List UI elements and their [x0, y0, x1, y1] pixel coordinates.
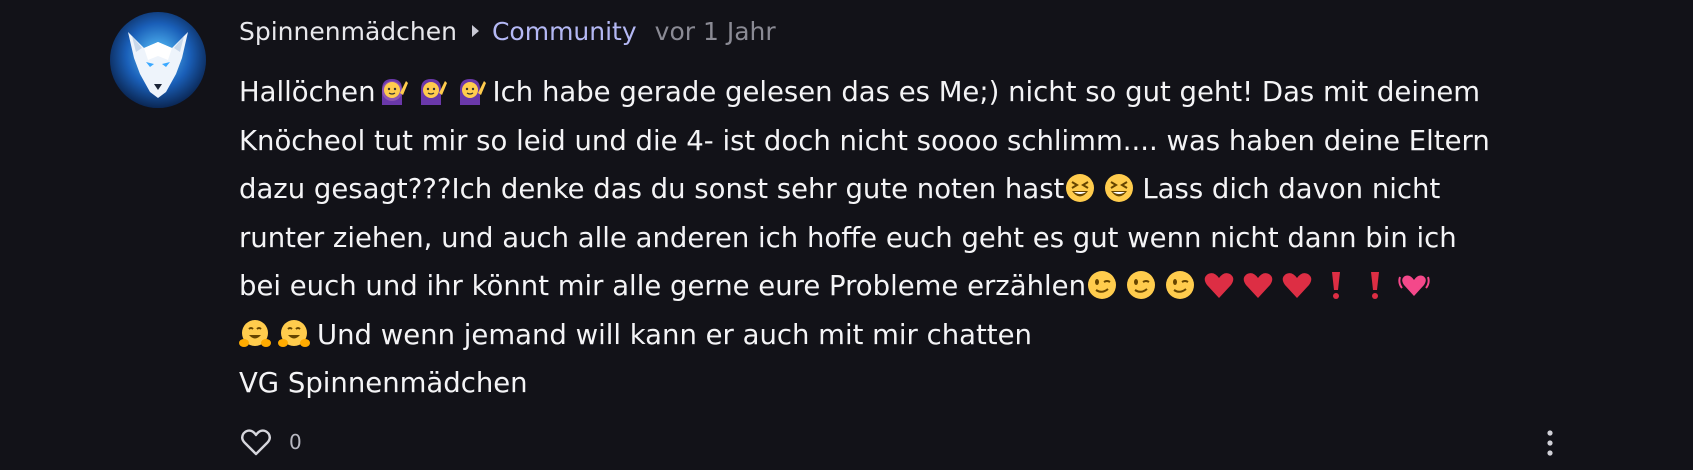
- hugging-face-icon: [239, 318, 271, 350]
- hugging-face-icon: [278, 318, 310, 350]
- body-line-5: bei euch und ihr könnt mir alle gerne eu…: [239, 262, 1639, 311]
- body-line-6: Und wenn jemand will kann er auch mit mi…: [239, 311, 1639, 360]
- exclamation-mark-icon: [1320, 269, 1352, 301]
- body-text: Ich habe gerade gelesen das es Me;) nich…: [492, 76, 1481, 108]
- body-line-7: VG Spinnenmädchen: [239, 367, 528, 399]
- body-text: Und wenn jemand will kann er auch mit mi…: [317, 318, 1032, 351]
- post-timestamp: vor 1 Jahr: [654, 16, 776, 46]
- body-line-3: dazu gesagt???Ich denke das du sonst seh…: [239, 165, 1639, 214]
- beating-heart-icon: [1398, 269, 1430, 301]
- heart-outline-icon[interactable]: [239, 425, 273, 459]
- body-line-4: runter ziehen, und auch alle anderen ich…: [239, 221, 1457, 254]
- person-raising-hand-icon: [454, 75, 486, 107]
- grinning-squinting-face-icon: [1103, 172, 1135, 204]
- post-footer: 0: [239, 424, 302, 460]
- grinning-squinting-face-icon: [1064, 172, 1096, 204]
- vertical-ellipsis-icon[interactable]: [1538, 428, 1562, 458]
- body-line-2: Knöcheol tut mir so leid und die 4- ist …: [239, 124, 1490, 157]
- red-heart-icon: [1242, 269, 1274, 301]
- body-line-1: Hallöchen Ich habe gerade gelesen das es …: [239, 68, 1639, 117]
- person-raising-hand-icon: [415, 75, 447, 107]
- post-header: Spinnenmädchen Community vor 1 Jahr: [239, 12, 776, 50]
- red-heart-icon: [1281, 269, 1313, 301]
- author-avatar[interactable]: [110, 12, 206, 108]
- person-raising-hand-icon: [376, 75, 408, 107]
- post-body: Hallöchen Ich habe gerade gelesen das es …: [239, 68, 1639, 408]
- body-text: bei euch und ihr könnt mir alle gerne eu…: [239, 270, 1087, 302]
- author-name[interactable]: Spinnenmädchen: [239, 17, 457, 46]
- like-count: 0: [289, 430, 302, 454]
- community-post: Spinnenmädchen Community vor 1 Jahr Hall…: [0, 0, 1693, 470]
- community-link[interactable]: Community: [492, 17, 637, 46]
- winking-face-icon: [1125, 269, 1157, 301]
- white-wolf-avatar-icon: [110, 12, 206, 108]
- winking-face-icon: [1164, 269, 1196, 301]
- body-text: Hallöchen: [239, 76, 376, 108]
- red-heart-icon: [1203, 269, 1235, 301]
- exclamation-mark-icon: [1359, 269, 1391, 301]
- body-text: Lass dich davon nicht: [1142, 173, 1441, 205]
- winking-face-icon: [1086, 269, 1118, 301]
- caret-right-icon: [471, 25, 479, 37]
- body-text: dazu gesagt???Ich denke das du sonst seh…: [239, 173, 1065, 205]
